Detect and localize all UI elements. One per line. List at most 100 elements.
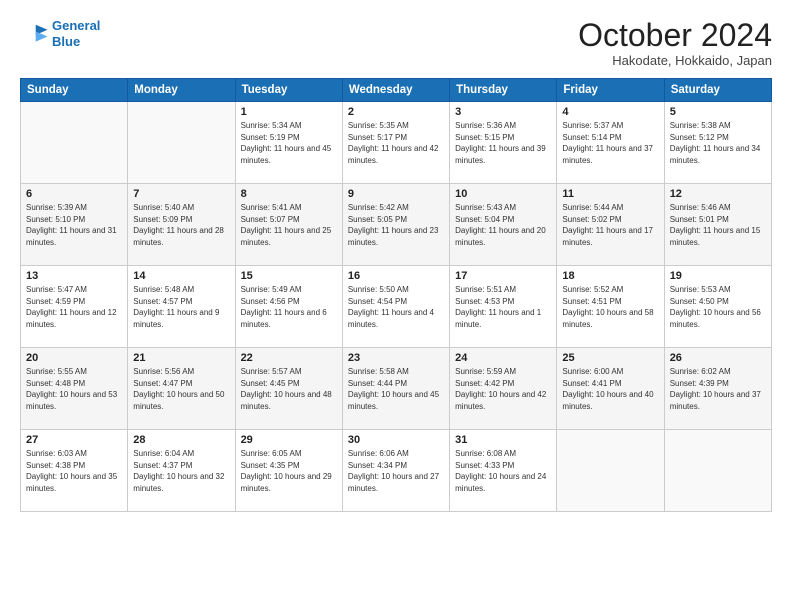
day-info: Sunrise: 5:51 AMSunset: 4:53 PMDaylight:… (455, 284, 551, 330)
day-info: Sunrise: 5:52 AMSunset: 4:51 PMDaylight:… (562, 284, 658, 330)
month-title: October 2024 (578, 18, 772, 53)
day-number: 29 (241, 434, 337, 446)
day-info: Sunrise: 5:47 AMSunset: 4:59 PMDaylight:… (26, 284, 122, 330)
calendar-cell: 14 Sunrise: 5:48 AMSunset: 4:57 PMDayligh… (128, 266, 235, 348)
logo: General Blue (20, 18, 100, 49)
day-info: Sunrise: 5:58 AMSunset: 4:44 PMDaylight:… (348, 366, 444, 412)
day-info: Sunrise: 5:55 AMSunset: 4:48 PMDaylight:… (26, 366, 122, 412)
day-number: 3 (455, 106, 551, 118)
weekday-header-saturday: Saturday (664, 79, 771, 102)
day-info: Sunrise: 6:02 AMSunset: 4:39 PMDaylight:… (670, 366, 766, 412)
day-number: 20 (26, 352, 122, 364)
weekday-header-wednesday: Wednesday (342, 79, 449, 102)
calendar-cell: 5Sunrise: 5:38 AMSunset: 5:12 PMDaylight… (664, 102, 771, 184)
calendar-cell: 7 Sunrise: 5:40 AMSunset: 5:09 PMDaylight… (128, 184, 235, 266)
weekday-header-sunday: Sunday (21, 79, 128, 102)
calendar-week-2: 6 Sunrise: 5:39 AMSunset: 5:10 PMDaylight… (21, 184, 772, 266)
calendar-cell: 12Sunrise: 5:46 AMSunset: 5:01 PMDayligh… (664, 184, 771, 266)
logo-icon (20, 23, 48, 45)
logo-line1: General (52, 18, 100, 33)
calendar-cell: 17 Sunrise: 5:51 AMSunset: 4:53 PMDayligh… (450, 266, 557, 348)
calendar-cell: 21 Sunrise: 5:56 AMSunset: 4:47 PMDayligh… (128, 348, 235, 430)
day-info: Sunrise: 5:44 AMSunset: 5:02 PMDaylight:… (562, 202, 658, 248)
calendar-cell: 10 Sunrise: 5:43 AMSunset: 5:04 PMDayligh… (450, 184, 557, 266)
calendar-cell: 18 Sunrise: 5:52 AMSunset: 4:51 PMDayligh… (557, 266, 664, 348)
day-number: 11 (562, 188, 658, 200)
calendar-cell (21, 102, 128, 184)
day-info: Sunrise: 5:46 AMSunset: 5:01 PMDaylight:… (670, 202, 766, 248)
day-number: 22 (241, 352, 337, 364)
day-info: Sunrise: 5:41 AMSunset: 5:07 PMDaylight:… (241, 202, 337, 248)
day-number: 6 (26, 188, 122, 200)
weekday-row: SundayMondayTuesdayWednesdayThursdayFrid… (21, 79, 772, 102)
day-number: 4 (562, 106, 658, 118)
day-info: Sunrise: 6:00 AMSunset: 4:41 PMDaylight:… (562, 366, 658, 412)
title-section: October 2024 Hakodate, Hokkaido, Japan (578, 18, 772, 68)
calendar-cell: 23 Sunrise: 5:58 AMSunset: 4:44 PMDayligh… (342, 348, 449, 430)
calendar-cell: 25 Sunrise: 6:00 AMSunset: 4:41 PMDayligh… (557, 348, 664, 430)
day-info: Sunrise: 5:49 AMSunset: 4:56 PMDaylight:… (241, 284, 337, 330)
day-number: 14 (133, 270, 229, 282)
day-number: 15 (241, 270, 337, 282)
day-info: Sunrise: 5:59 AMSunset: 4:42 PMDaylight:… (455, 366, 551, 412)
day-number: 23 (348, 352, 444, 364)
day-number: 25 (562, 352, 658, 364)
day-info: Sunrise: 5:57 AMSunset: 4:45 PMDaylight:… (241, 366, 337, 412)
calendar-cell: 1 Sunrise: 5:34 AMSunset: 5:19 PMDaylight… (235, 102, 342, 184)
day-info: Sunrise: 5:34 AMSunset: 5:19 PMDaylight:… (241, 120, 337, 166)
day-info: Sunrise: 5:40 AMSunset: 5:09 PMDaylight:… (133, 202, 229, 248)
calendar-header: SundayMondayTuesdayWednesdayThursdayFrid… (21, 79, 772, 102)
day-number: 19 (670, 270, 766, 282)
day-number: 9 (348, 188, 444, 200)
day-info: Sunrise: 5:36 AMSunset: 5:15 PMDaylight:… (455, 120, 551, 166)
calendar-cell: 29 Sunrise: 6:05 AMSunset: 4:35 PMDayligh… (235, 430, 342, 512)
day-info: Sunrise: 6:04 AMSunset: 4:37 PMDaylight:… (133, 448, 229, 494)
calendar-cell: 31Sunrise: 6:08 AMSunset: 4:33 PMDayligh… (450, 430, 557, 512)
calendar-week-1: 1 Sunrise: 5:34 AMSunset: 5:19 PMDaylight… (21, 102, 772, 184)
calendar-cell: 9Sunrise: 5:42 AMSunset: 5:05 PMDaylight… (342, 184, 449, 266)
day-info: Sunrise: 5:43 AMSunset: 5:04 PMDaylight:… (455, 202, 551, 248)
calendar-body: 1 Sunrise: 5:34 AMSunset: 5:19 PMDaylight… (21, 102, 772, 512)
header: General Blue October 2024 Hakodate, Hokk… (20, 18, 772, 68)
day-number: 27 (26, 434, 122, 446)
weekday-header-friday: Friday (557, 79, 664, 102)
day-info: Sunrise: 5:48 AMSunset: 4:57 PMDaylight:… (133, 284, 229, 330)
calendar-cell (664, 430, 771, 512)
day-info: Sunrise: 5:56 AMSunset: 4:47 PMDaylight:… (133, 366, 229, 412)
calendar-cell: 22 Sunrise: 5:57 AMSunset: 4:45 PMDayligh… (235, 348, 342, 430)
day-info: Sunrise: 6:08 AMSunset: 4:33 PMDaylight:… (455, 448, 551, 494)
calendar-cell (557, 430, 664, 512)
day-number: 24 (455, 352, 551, 364)
calendar-cell: 19 Sunrise: 5:53 AMSunset: 4:50 PMDayligh… (664, 266, 771, 348)
day-info: Sunrise: 5:39 AMSunset: 5:10 PMDaylight:… (26, 202, 122, 248)
day-number: 7 (133, 188, 229, 200)
weekday-header-monday: Monday (128, 79, 235, 102)
day-number: 21 (133, 352, 229, 364)
day-info: Sunrise: 5:37 AMSunset: 5:14 PMDaylight:… (562, 120, 658, 166)
calendar-cell (128, 102, 235, 184)
calendar-cell: 16Sunrise: 5:50 AMSunset: 4:54 PMDayligh… (342, 266, 449, 348)
day-info: Sunrise: 6:03 AMSunset: 4:38 PMDaylight:… (26, 448, 122, 494)
calendar-cell: 11 Sunrise: 5:44 AMSunset: 5:02 PMDayligh… (557, 184, 664, 266)
calendar-cell: 3 Sunrise: 5:36 AMSunset: 5:15 PMDaylight… (450, 102, 557, 184)
calendar-cell: 2Sunrise: 5:35 AMSunset: 5:17 PMDaylight… (342, 102, 449, 184)
day-number: 26 (670, 352, 766, 364)
calendar-week-4: 20 Sunrise: 5:55 AMSunset: 4:48 PMDayligh… (21, 348, 772, 430)
day-number: 10 (455, 188, 551, 200)
calendar: SundayMondayTuesdayWednesdayThursdayFrid… (20, 78, 772, 512)
day-number: 17 (455, 270, 551, 282)
day-number: 1 (241, 106, 337, 118)
day-number: 18 (562, 270, 658, 282)
calendar-cell: 15 Sunrise: 5:49 AMSunset: 4:56 PMDayligh… (235, 266, 342, 348)
logo-text: General Blue (52, 18, 100, 49)
location: Hakodate, Hokkaido, Japan (578, 53, 772, 68)
calendar-cell: 27 Sunrise: 6:03 AMSunset: 4:38 PMDayligh… (21, 430, 128, 512)
page: General Blue October 2024 Hakodate, Hokk… (0, 0, 792, 612)
day-info: Sunrise: 5:53 AMSunset: 4:50 PMDaylight:… (670, 284, 766, 330)
day-number: 30 (348, 434, 444, 446)
calendar-cell: 30Sunrise: 6:06 AMSunset: 4:34 PMDayligh… (342, 430, 449, 512)
day-number: 13 (26, 270, 122, 282)
day-info: Sunrise: 5:50 AMSunset: 4:54 PMDaylight:… (348, 284, 444, 330)
day-info: Sunrise: 5:35 AMSunset: 5:17 PMDaylight:… (348, 120, 444, 166)
day-info: Sunrise: 6:05 AMSunset: 4:35 PMDaylight:… (241, 448, 337, 494)
